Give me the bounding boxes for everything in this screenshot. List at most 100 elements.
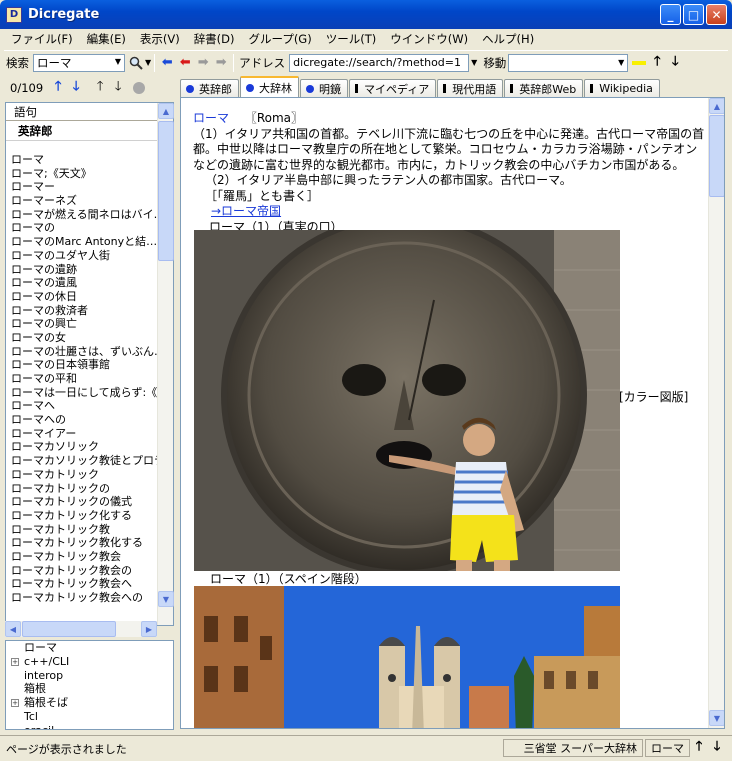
back-arrow-icon[interactable]: ⬅	[158, 54, 176, 72]
word-list-item[interactable]: ローマの休日	[6, 290, 160, 304]
word-list-item[interactable]: ローマカトリック教会の	[6, 564, 160, 578]
up-arrow-icon[interactable]: 🡑	[648, 54, 666, 72]
word-list-item[interactable]: ローマの遺跡	[6, 263, 160, 277]
scroll-right-icon[interactable]: ▶	[141, 621, 157, 637]
scroll-up-icon[interactable]: ▲	[158, 103, 174, 119]
menu-edit[interactable]: 編集(E)	[80, 31, 133, 47]
word-list-item[interactable]: ローマは一日にして成らず:《…	[6, 386, 160, 400]
word-list-item[interactable]: ローマのユダヤ人街	[6, 249, 160, 263]
marker-select[interactable]: ▼	[508, 53, 629, 72]
entry-headword[interactable]: ローマ	[193, 111, 229, 125]
word-list-item[interactable]: ローマカトリック教化する	[6, 536, 160, 550]
next-result-icon[interactable]: 🡓	[67, 79, 85, 97]
word-list-item[interactable]: ローマへ	[6, 399, 160, 413]
word-list-item[interactable]: ローマカトリック化する	[6, 509, 160, 523]
hscroll-thumb[interactable]	[22, 621, 116, 637]
up-icon[interactable]: 🡑	[91, 79, 109, 97]
history-tree-item[interactable]: interop	[6, 669, 173, 683]
word-list-item[interactable]: ローマへの	[6, 413, 160, 427]
word-list-item[interactable]: ローマイアー	[6, 427, 160, 441]
dictionary-tab[interactable]: 大辞林	[240, 76, 299, 97]
highlight-marker-icon[interactable]	[630, 54, 648, 72]
word-list-item[interactable]: ローマの女	[6, 331, 160, 345]
history-back-arrow-icon[interactable]: ⬅	[176, 54, 194, 72]
move-button[interactable]: 移動	[483, 55, 506, 71]
history-tree-item[interactable]: 箱根	[6, 682, 173, 696]
word-list-item[interactable]: ローマが燃える間ネロはバイ…	[6, 208, 160, 222]
history-tree-item[interactable]: ローマ	[6, 641, 173, 655]
word-list-item[interactable]: ローマの遺風	[6, 276, 160, 290]
word-list-item[interactable]: ローマカトリック教会への	[6, 591, 160, 605]
expand-plus-icon[interactable]: +	[11, 657, 19, 666]
dictionary-tab[interactable]: Wikipedia	[584, 79, 660, 97]
word-list-item[interactable]: ローマカトリック教会	[6, 550, 160, 564]
down-icon[interactable]: 🡓	[109, 79, 127, 97]
word-list-item[interactable]: ローマの壮麗さは、ずいぶん…	[6, 345, 160, 359]
menu-help[interactable]: ヘルプ(H)	[475, 31, 541, 47]
menu-dictionary[interactable]: 辞書(D)	[187, 31, 242, 47]
history-forward-arrow-icon[interactable]: ➡	[212, 54, 230, 72]
word-list-item[interactable]: ローマカソリック	[6, 440, 160, 454]
word-list-item[interactable]: ローマカトリック教	[6, 523, 160, 537]
menu-window[interactable]: ウインドウ(W)	[383, 31, 475, 47]
marker-chevron-icon[interactable]: ▼	[618, 58, 624, 67]
menu-file[interactable]: ファイル(F)	[4, 31, 80, 47]
maximize-button[interactable]: □	[683, 4, 704, 25]
word-list-item[interactable]: ローマカトリック	[6, 468, 160, 482]
minimize-button[interactable]: _	[660, 4, 681, 25]
stop-icon[interactable]	[133, 81, 146, 94]
word-list-item[interactable]: ローマの救済者	[6, 304, 160, 318]
scroll-down-icon[interactable]: ▼	[158, 591, 174, 607]
menu-view[interactable]: 表示(V)	[133, 31, 187, 47]
content-scrollbar[interactable]: ▲ ▼	[708, 98, 724, 728]
history-tree-item[interactable]: oracil	[6, 724, 173, 729]
content-scroll-down-icon[interactable]: ▼	[709, 710, 724, 726]
word-list-item[interactable]: ローマの興亡	[6, 317, 160, 331]
word-list-item[interactable]: ローマカソリック教徒とプロテ…	[6, 454, 160, 468]
status-up-icon[interactable]: 🡑	[690, 739, 708, 757]
word-list-item[interactable]: ローマの日本領事館	[6, 358, 160, 372]
close-button[interactable]: ✕	[706, 4, 727, 25]
word-list-item[interactable]: ローマー	[6, 180, 160, 194]
forward-arrow-icon[interactable]: ➡	[194, 54, 212, 72]
word-list-item[interactable]: ローマの平和	[6, 372, 160, 386]
chevron-down-icon[interactable]: ▼	[115, 57, 121, 66]
word-list-item[interactable]: ローマカトリック教会へ	[6, 577, 160, 591]
dictionary-tab[interactable]: 英辞郎	[180, 79, 239, 97]
down-arrow-icon[interactable]: 🡓	[666, 54, 684, 72]
history-tree-item[interactable]: Tcl	[6, 710, 173, 724]
status-word: ローマ	[645, 739, 690, 757]
word-column-header[interactable]: 語句	[6, 103, 173, 121]
word-list-item[interactable]: ローマーネズ	[6, 194, 160, 208]
scroll-left-icon[interactable]: ◀	[5, 621, 21, 637]
word-list-hscrollbar[interactable]: ◀ ▶	[5, 621, 157, 637]
address-input[interactable]: dicregate://search/?method=1	[289, 53, 470, 72]
search-input[interactable]: ローマ ▼	[33, 53, 125, 72]
word-list-scrollbar[interactable]: ▲ ▼	[157, 103, 174, 625]
dictionary-tab[interactable]: マイペディア	[349, 79, 437, 97]
word-list-item[interactable]: ローマカトリックの儀式	[6, 495, 160, 509]
dictionary-tab[interactable]: 現代用語	[437, 79, 504, 97]
word-list-item[interactable]: ローマカトリックの	[6, 482, 160, 496]
scroll-thumb[interactable]	[158, 121, 174, 261]
content-scroll-up-icon[interactable]: ▲	[709, 98, 724, 114]
history-tree-item[interactable]: + 箱根そば	[6, 696, 173, 710]
word-list-item[interactable]: ローマのMarc Antonyと結…	[6, 235, 160, 249]
content-scroll-thumb[interactable]	[709, 115, 724, 197]
word-list-item[interactable]: ローマ	[6, 153, 160, 167]
menu-tools[interactable]: ツール(T)	[319, 31, 384, 47]
word-list-item[interactable]: ローマの	[6, 221, 160, 235]
search-options-chevron-icon[interactable]: ▼	[145, 58, 151, 67]
expand-plus-icon[interactable]: +	[11, 699, 19, 708]
word-list-item[interactable]: ローマ;《天文》	[6, 167, 160, 181]
address-chevron-icon[interactable]: ▼	[471, 58, 477, 67]
rome-empire-link[interactable]: →ローマ帝国	[211, 204, 281, 218]
menu-group[interactable]: グループ(G)	[242, 31, 319, 47]
search-icon[interactable]	[127, 54, 145, 72]
prev-result-icon[interactable]: 🡑	[49, 79, 67, 97]
status-down-icon[interactable]: 🡓	[708, 739, 726, 757]
dictionary-tab[interactable]: 英辞郎Web	[504, 79, 584, 97]
history-tree-item[interactable]: + c++/CLI	[6, 655, 173, 669]
dictionary-tab[interactable]: 明鏡	[300, 79, 348, 97]
color-plate-label[interactable]: [カラー図版]	[619, 388, 688, 405]
